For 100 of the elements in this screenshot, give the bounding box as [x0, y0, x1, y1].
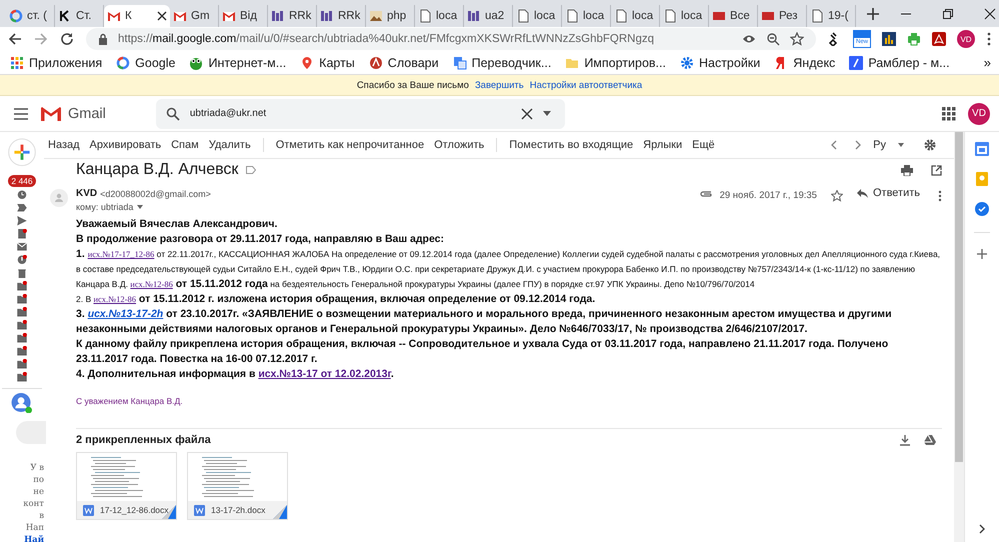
zoom-icon[interactable]: [766, 32, 780, 46]
close-icon[interactable]: [984, 8, 996, 20]
bookmark[interactable]: Интернет-м...: [189, 56, 286, 70]
settings-icon[interactable]: [924, 139, 936, 151]
folder-icon[interactable]: [17, 294, 27, 304]
chart-icon[interactable]: [882, 32, 896, 46]
toolbar-button[interactable]: Назад: [44, 137, 84, 153]
clear-icon[interactable]: [520, 108, 533, 120]
document-link[interactable]: исх.№12-86: [93, 294, 136, 304]
person-avatar-icon[interactable]: [11, 392, 33, 414]
attachment-card[interactable]: 13-17-2h.docx: [187, 452, 288, 520]
pdf-icon[interactable]: [932, 32, 946, 46]
folder-icon[interactable]: [17, 307, 27, 316]
print-icon[interactable]: [901, 164, 913, 176]
notice-text: Спасибо за Ваше письмо: [356, 80, 469, 90]
bookmark[interactable]: Рамблер - м...: [849, 56, 950, 70]
file-name: 13-17-2h.docx: [211, 505, 266, 515]
product-name: Gmail: [68, 106, 106, 122]
more-vertical-icon[interactable]: [987, 32, 991, 46]
bookmark[interactable]: Google: [116, 56, 176, 70]
scrollbar[interactable]: [954, 132, 964, 542]
checkmark-circle-icon[interactable]: [975, 202, 989, 216]
panel-text: конт: [23, 498, 44, 510]
calendar-icon[interactable]: [975, 142, 989, 156]
paperclip-icon: [700, 190, 712, 198]
folder-icon[interactable]: [17, 372, 27, 382]
label-icon[interactable]: [17, 203, 27, 212]
message-paragraph: К данному файлу прикреплена история обращения, включая -- Сопроводительное и ухвала Суда от 03.11.2017 года, направлено 21.11.2017 года. Получено 23.11.2017 года. Повестка на 16-00 07.12.2017 г.: [76, 337, 890, 367]
restore-icon[interactable]: [942, 8, 954, 20]
alert-icon[interactable]: [17, 255, 27, 264]
apps-grid-icon[interactable]: [942, 106, 956, 120]
close-icon[interactable]: [157, 11, 167, 21]
file-name: 17-12_12-86.docx: [100, 505, 169, 515]
toolbar-button[interactable]: Удалить: [204, 137, 255, 153]
document-link[interactable]: исх.№12-86: [130, 279, 173, 289]
notice-link[interactable]: Завершить: [474, 80, 524, 90]
document-link[interactable]: исх.№13-17-2h: [88, 308, 164, 320]
folder-icon[interactable]: [17, 320, 27, 330]
new-tab-icon[interactable]: [866, 6, 880, 20]
eye-icon[interactable]: [742, 33, 756, 45]
avatar[interactable]: VD: [968, 102, 990, 124]
search-field[interactable]: ubtriada@ukr.net: [156, 98, 565, 128]
panel-text: в: [39, 510, 44, 522]
folder-icon[interactable]: [17, 333, 27, 342]
language-dropdown[interactable]: Ру: [871, 137, 914, 153]
bookmark[interactable]: Переводчик...: [452, 56, 552, 70]
folder-icon[interactable]: [17, 281, 27, 290]
bookmark[interactable]: Настройки: [680, 56, 760, 70]
previous-chevron-icon[interactable]: [831, 140, 838, 150]
link[interactable]: Най: [24, 534, 44, 542]
browser-tab[interactable]: К: [104, 5, 170, 27]
toolbar-button[interactable]: Ярлыки: [639, 137, 686, 153]
toolbar-button[interactable]: Спам: [167, 137, 203, 153]
star-icon[interactable]: [790, 32, 804, 46]
bookmark[interactable]: Импортиров...: [565, 56, 666, 70]
bars-icon: [467, 9, 481, 23]
star-icon[interactable]: [830, 190, 843, 202]
reload-icon[interactable]: [60, 32, 74, 46]
toolbar-button[interactable]: Архивировать: [86, 137, 166, 153]
back-arrow-icon[interactable]: [8, 32, 22, 46]
expand-chevron-icon[interactable]: [979, 524, 985, 534]
unread-count[interactable]: 2 446: [8, 174, 36, 186]
bookmark[interactable]: Яндекс: [774, 56, 836, 70]
document-icon: [663, 9, 677, 23]
reply-button[interactable]: Ответить: [850, 187, 930, 199]
mail-icon[interactable]: [17, 242, 27, 252]
document-icon[interactable]: [17, 229, 27, 238]
clock-icon[interactable]: [17, 190, 27, 200]
folder-icon[interactable]: [17, 346, 27, 356]
compose-button[interactable]: [7, 138, 37, 166]
printer-icon[interactable]: [907, 32, 921, 46]
attachment-card[interactable]: 17-12_12-86.docx: [76, 452, 177, 520]
add-icon[interactable]: [977, 249, 987, 259]
recipient-details[interactable]: кому: ubtriada: [76, 202, 144, 212]
trash-icon[interactable]: [17, 268, 27, 278]
document-link[interactable]: исх.№13-17 от 12.02.2013г: [258, 368, 391, 380]
folder-icon[interactable]: [17, 359, 27, 368]
toolbar-button[interactable]: Отложить: [430, 137, 488, 153]
open-in-new-window-icon[interactable]: [931, 164, 942, 176]
toolbar-button[interactable]: Поместить во входящие: [505, 137, 638, 153]
search-input[interactable]: ubtriada@ukr.net: [190, 108, 511, 119]
more-vertical-icon[interactable]: [938, 190, 942, 202]
toolbar-button[interactable]: Отметить как непрочитанное: [272, 137, 428, 153]
bookmark[interactable]: Карты: [300, 56, 355, 70]
download-icon[interactable]: [900, 434, 910, 446]
overflow-chevron[interactable]: »: [984, 55, 991, 70]
dropdown-caret-icon[interactable]: [542, 111, 551, 116]
bookmark[interactable]: Приложения: [10, 56, 102, 70]
menu-icon[interactable]: [14, 108, 28, 120]
document-link[interactable]: исх.№17-17_12-86: [88, 249, 154, 259]
avatar[interactable]: VD: [957, 30, 975, 48]
label-outline-icon[interactable]: [246, 166, 256, 174]
drive-icon[interactable]: [924, 435, 936, 445]
toolbar-button[interactable]: Ещё: [688, 137, 719, 153]
send-icon[interactable]: [17, 216, 27, 226]
notice-link[interactable]: Настройки автоответчика: [530, 80, 642, 90]
search-icon[interactable]: [166, 106, 180, 120]
bookmark[interactable]: Словари: [368, 56, 439, 70]
reply-arrow-icon: [856, 188, 868, 198]
next-chevron-icon[interactable]: [855, 140, 862, 150]
